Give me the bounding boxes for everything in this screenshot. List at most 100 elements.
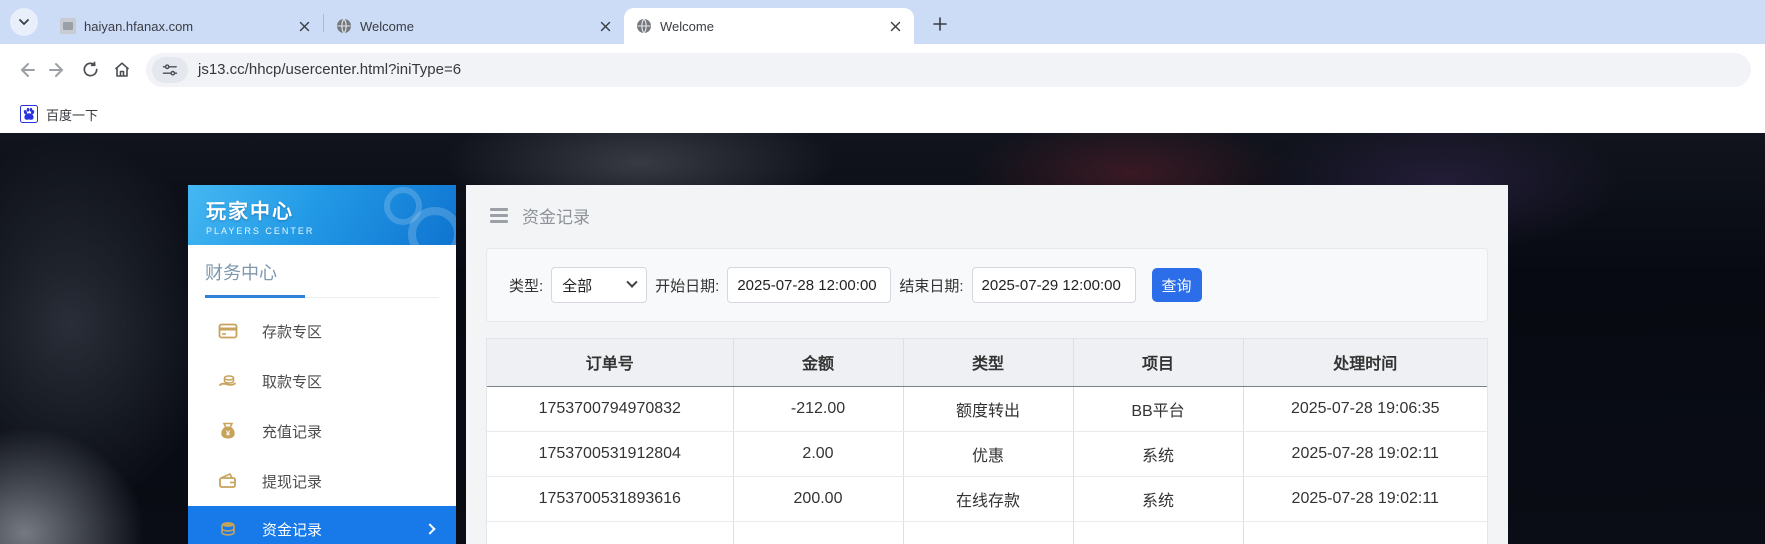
close-icon [299,21,309,31]
tab-strip: haiyan.hfanax.com Welcome Welcome [0,0,1765,44]
cell-process-time: 2025-07-28 19:02:11 [1242,431,1487,477]
cell-type: 在线存款 [902,476,1073,522]
address-bar[interactable]: js13.cc/hhcp/usercenter.html?iniType=6 [146,52,1751,87]
cell-order-number: 1753700531893616 [487,476,733,522]
bookmark-baidu[interactable]: 百度一下 [12,101,106,128]
tab-title: Welcome [360,18,414,34]
sidebar-item-label: 充值记录 [262,423,323,441]
cell-amount: 200.00 [732,476,903,522]
cell-type: 额度转出 [902,386,1073,432]
fund-records-panel: 资金记录 类型: 全部 开始日期: 结束日期: 查询 [466,185,1508,544]
sidebar-item-deposit[interactable]: 存款专区 [188,306,456,356]
coins-icon [221,522,235,536]
new-tab-button[interactable] [926,10,954,38]
table-header-row: 订单号 金额 类型 项目 处理时间 [487,339,1487,387]
page-favicon [60,18,76,34]
home-icon [114,61,130,77]
back-arrow-icon [20,62,35,77]
close-icon [890,21,900,31]
sidebar-item-recharge-records[interactable]: ¥ 充值记录 [188,406,456,456]
cell-amount: -212.00 [732,386,903,432]
globe-icon [337,18,351,34]
type-label: 类型: [509,277,544,295]
tab-close-button[interactable] [596,17,614,35]
browser-window: haiyan.hfanax.com Welcome Welcome js13.c… [0,0,1765,544]
col-amount: 金额 [732,339,903,387]
forward-arrow-icon [49,62,64,77]
close-icon [600,21,610,31]
chevron-down-icon [19,19,29,26]
type-select[interactable]: 全部 [551,267,648,303]
sidebar-item-fund-records[interactable]: 资金记录 [188,506,456,544]
tab-close-button[interactable] [295,17,313,35]
bank-card-icon [218,323,238,339]
hand-coins-icon [219,375,236,386]
col-order-number: 订单号 [487,339,733,387]
tab-search-button[interactable] [10,8,38,36]
home-button[interactable] [106,54,138,86]
filter-bar: 类型: 全部 开始日期: 结束日期: 查询 [486,248,1488,322]
sidebar-item-withdraw[interactable]: 取款专区 [188,356,456,406]
tab-title: Welcome [660,18,714,34]
search-button[interactable]: 查询 [1151,268,1202,302]
sidebar-item-label: 存款专区 [262,323,323,341]
cell-amount: 2.00 [732,431,903,477]
tab-title: haiyan.hfanax.com [84,18,194,34]
start-date-input[interactable] [727,267,892,303]
col-process-time: 处理时间 [1242,339,1487,387]
bookmarks-bar: 百度一下 [0,95,1765,133]
cell-order-number: 1753700794970832 [487,386,733,432]
sidebar-item-label: 资金记录 [262,521,323,539]
start-date-label: 开始日期: [655,277,720,295]
tab-close-button[interactable] [886,17,904,35]
cell-project: 系统 [1072,431,1243,477]
chevron-down-icon [626,276,638,288]
sidebar-menu: 存款专区 取款专区 ¥ 充值记录 提现记录 资金记录 [188,306,456,544]
wallet-icon [219,473,236,488]
back-button[interactable] [10,54,42,86]
plus-icon [933,17,947,31]
section-underline [205,295,439,298]
col-type: 类型 [902,339,1073,387]
table-row: 1753700531893616 200.00 在线存款 系统 2025-07-… [487,476,1487,522]
col-project: 项目 [1072,339,1243,387]
sidebar-item-withdrawal-records[interactable]: 提现记录 [188,456,456,506]
cell-process-time: 2025-07-28 19:06:35 [1242,386,1487,432]
cell-type: 优惠 [902,431,1073,477]
forward-button[interactable] [42,54,74,86]
records-table: 订单号 金额 类型 项目 处理时间 1753700794970832 -212.… [486,338,1488,544]
globe-icon [637,18,651,34]
sidebar-item-label: 提现记录 [262,473,323,491]
end-date-label: 结束日期: [899,277,964,295]
cell-process-time: 2025-07-28 19:02:11 [1242,476,1487,522]
sidebar-item-label: 取款专区 [262,373,323,391]
site-settings-chip[interactable] [152,56,188,83]
url-text[interactable]: js13.cc/hhcp/usercenter.html?iniType=6 [198,61,461,78]
type-select-value: 全部 [562,277,593,295]
baidu-paw-icon [20,105,38,123]
underline-accent [205,295,305,298]
reload-icon [82,61,98,77]
money-bag-icon: ¥ [221,422,235,439]
cell-project: BB平台 [1072,386,1243,432]
tab-haiyan[interactable]: haiyan.hfanax.com [48,8,323,44]
cell-order-number: 1753700531912804 [487,431,733,477]
tune-icon [162,63,178,76]
cell-project: 系统 [1072,476,1243,522]
page-title: 资金记录 [522,207,590,227]
table-row: 1753700794970832 -212.00 额度转出 BB平台 2025-… [487,386,1487,432]
table-row: 1753700531912804 2.00 优惠 系统 2025-07-28 1… [487,431,1487,477]
end-date-input[interactable] [971,267,1136,303]
tab-welcome-2-active[interactable]: Welcome [624,8,914,44]
bookmark-label: 百度一下 [46,107,99,123]
table-row-partial [487,521,1487,544]
player-center-sidebar: 玩家中心 PLAYERS CENTER 财务中心 存款专区 取款专区 ¥ 充值记… [188,185,456,544]
page-background: 玩家中心 PLAYERS CENTER 财务中心 存款专区 取款专区 ¥ 充值记… [0,133,1765,544]
navigation-toolbar: js13.cc/hhcp/usercenter.html?iniType=6 [0,44,1765,95]
chevron-right-icon [424,523,436,535]
menu-toggle-icon[interactable] [490,207,508,223]
tab-welcome-1[interactable]: Welcome [324,8,624,44]
reload-button[interactable] [74,54,106,86]
sidebar-banner: 玩家中心 PLAYERS CENTER [188,185,456,245]
section-title-finance: 财务中心 [205,263,277,283]
